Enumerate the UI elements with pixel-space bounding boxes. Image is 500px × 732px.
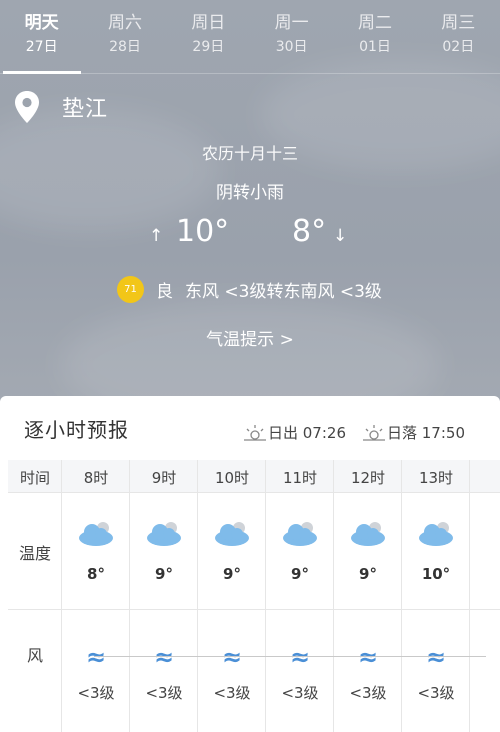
aqi-badge: 71 [117, 276, 144, 303]
hour-temp: 9° [155, 565, 173, 583]
wind-icon: ≈ [154, 643, 175, 671]
air-quality-wind[interactable]: 71 良 东风 <3级转东南风 <3级 [117, 276, 382, 303]
low-temp: 8° [292, 214, 327, 249]
hour-time: 10时 [214, 469, 250, 487]
tab-date: 02日 [442, 39, 475, 55]
hourly-table[interactable]: 时间 温度 风 8时 8° ≈ <3级 9时 9° ≈ <3级 10时 9° ≈… [8, 460, 500, 732]
row-label-time: 时间 [19, 469, 50, 487]
wind-trend-line [94, 656, 486, 657]
tab-date: 29日 [192, 39, 225, 55]
cloudy-icon [283, 522, 317, 546]
hour-wind: <3级 [77, 684, 115, 702]
city-name: 垫江 [62, 97, 109, 122]
temperature-range: ↑ 10° 8° ↓ [0, 214, 500, 254]
tab-weekday: 明天 [24, 13, 59, 33]
tab-weekday: 周三 [441, 13, 476, 33]
tab-day-4[interactable]: 周二 01日 [333, 0, 416, 74]
row-label-temp: 温度 [18, 544, 51, 563]
hour-time: 11时 [282, 469, 318, 487]
tab-day-5[interactable]: 周三 02日 [417, 0, 500, 74]
weather-condition: 阴转小雨 [216, 183, 284, 203]
tab-date: 30日 [275, 39, 308, 55]
temperature-tip-link[interactable]: 气温提示 > [0, 325, 500, 350]
hour-temp: 8° [87, 565, 105, 583]
hour-time: 12时 [350, 469, 386, 487]
sunset-time: 日落 17:50 [387, 424, 465, 442]
up-arrow-icon: ↑ [149, 226, 164, 246]
tab-date: 01日 [359, 39, 391, 55]
sunrise-time: 日出 07:26 [268, 424, 346, 442]
tab-day-2[interactable]: 周日 29日 [167, 0, 250, 74]
high-temp: 10° [176, 214, 230, 249]
sunset: 日落 17:50 [363, 422, 465, 443]
wind-icon: ≈ [222, 643, 243, 671]
hourly-forecast-card: 逐小时预报 日出 07:26 日落 17:50 时间 温度 风 8时 8° ≈ … [0, 396, 500, 732]
hour-time: 8时 [83, 469, 109, 487]
tab-weekday: 周六 [107, 13, 142, 33]
row-label-wind: 风 [26, 646, 43, 665]
tab-date: 27日 [25, 39, 58, 55]
hour-wind: <3级 [145, 684, 183, 702]
hour-time: 9时 [151, 469, 177, 487]
down-arrow-icon: ↓ [333, 226, 348, 246]
sunset-icon [363, 424, 385, 441]
tab-date: 28日 [109, 39, 141, 55]
day-tabs: 明天 27日 周六 28日 周日 29日 周一 30日 周二 01日 周三 02… [0, 0, 500, 74]
wind-icon: ≈ [290, 643, 311, 671]
aqi-level: 良 [156, 282, 173, 302]
tab-day-0[interactable]: 明天 27日 [0, 0, 83, 74]
cloudy-icon [79, 522, 113, 546]
hour-wind: <3级 [281, 684, 319, 702]
wind-summary: 东风 <3级转东南风 <3级 [185, 282, 382, 302]
location[interactable]: 垫江 [14, 90, 108, 124]
hourly-title: 逐小时预报 [24, 418, 129, 442]
hour-wind: <3级 [349, 684, 387, 702]
cloudy-icon [419, 522, 453, 546]
cloudy-icon [147, 522, 181, 546]
cloudy-icon [351, 522, 385, 546]
tab-weekday: 周一 [274, 13, 309, 33]
tabs-divider [0, 73, 500, 74]
wind-icon: ≈ [86, 643, 107, 671]
wind-icon: ≈ [358, 643, 379, 671]
hourly-header: 逐小时预报 日出 07:26 日落 17:50 [0, 396, 500, 460]
hour-wind: <3级 [213, 684, 251, 702]
hour-temp: 9° [359, 565, 377, 583]
hour-time: 13时 [418, 469, 454, 487]
sunrise: 日出 07:26 [244, 422, 346, 443]
sunrise-icon [244, 424, 266, 441]
hour-temp: 9° [223, 565, 241, 583]
lunar-date: 农历十月十三 [201, 144, 298, 163]
wind-icon: ≈ [426, 643, 447, 671]
hour-temp: 10° [421, 565, 451, 583]
tab-weekday: 周日 [191, 13, 226, 33]
label-column [8, 460, 62, 732]
location-pin-icon [15, 91, 39, 123]
hour-temp: 9° [291, 565, 309, 583]
tab-day-3[interactable]: 周一 30日 [250, 0, 333, 74]
cloudy-icon [215, 522, 249, 546]
tab-day-1[interactable]: 周六 28日 [83, 0, 166, 74]
tab-weekday: 周二 [357, 13, 392, 33]
hour-wind: <3级 [417, 684, 455, 702]
